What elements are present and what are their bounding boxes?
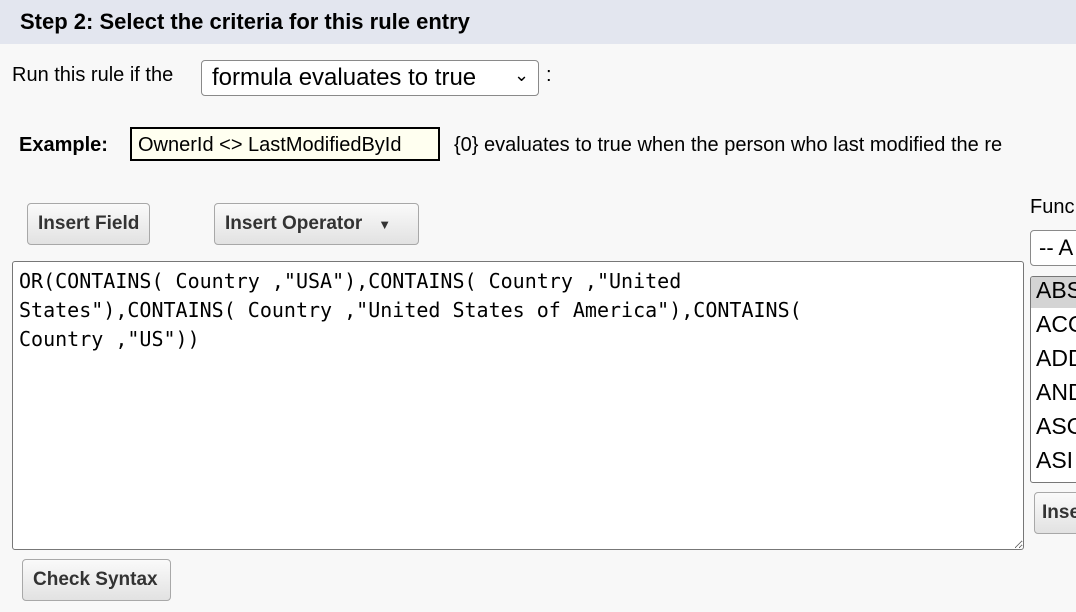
insert-operator-button[interactable]: Insert Operator ▼: [214, 203, 419, 245]
insert-operator-label: Insert Operator: [225, 213, 363, 234]
criteria-selected: formula evaluates to true: [212, 64, 477, 91]
criteria-suffix: :: [546, 64, 552, 86]
example-formula: OwnerId <> LastModifiedById: [130, 127, 440, 161]
example-formula-text: OwnerId <> LastModifiedById: [138, 134, 402, 156]
criteria-label: Run this rule if the: [12, 64, 174, 86]
function-item[interactable]: ACO: [1031, 308, 1076, 345]
section-title: Step 2: Select the criteria for this rul…: [20, 9, 470, 34]
example-description: {0} evaluates to true when the person wh…: [454, 134, 1003, 156]
example-label: Example:: [19, 134, 108, 156]
function-item[interactable]: AND: [1031, 379, 1076, 413]
function-category-select[interactable]: -- A: [1030, 230, 1076, 266]
formula-editor[interactable]: OR(CONTAINS( Country ,"USA"),CONTAINS( C…: [12, 261, 1024, 550]
function-item[interactable]: ASI: [1031, 447, 1076, 481]
function-item[interactable]: ABS: [1031, 277, 1076, 308]
insert-field-button[interactable]: Insert Field: [27, 203, 150, 245]
functions-label: Func: [1030, 196, 1075, 218]
insert-function-button[interactable]: Inse: [1034, 492, 1076, 534]
function-category-value: -- A: [1039, 235, 1074, 260]
caret-down-icon: ▼: [378, 216, 392, 232]
section-header: Step 2: Select the criteria for this rul…: [0, 0, 1076, 44]
function-list[interactable]: ABS ACO ADD AND ASC ASI: [1030, 276, 1076, 483]
function-item[interactable]: ADD: [1031, 345, 1076, 379]
criteria-select[interactable]: formula evaluates to true ⌄: [201, 60, 539, 96]
chevron-down-icon: ⌄: [514, 65, 530, 85]
check-syntax-button[interactable]: Check Syntax: [22, 559, 171, 601]
function-item[interactable]: ASC: [1031, 413, 1076, 447]
